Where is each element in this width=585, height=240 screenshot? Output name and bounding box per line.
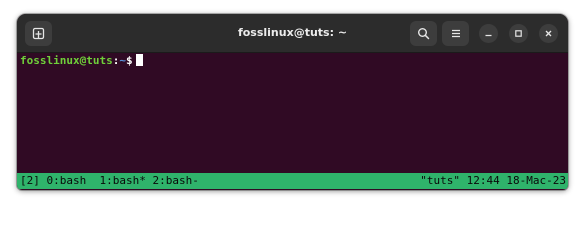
tmux-window-item[interactable]: 2:bash-: [152, 174, 198, 187]
maximize-icon: [514, 29, 523, 38]
search-icon: [417, 27, 430, 40]
close-icon: [544, 29, 553, 38]
hamburger-menu-icon: [450, 28, 462, 39]
tmux-session-label: [2]: [20, 174, 40, 187]
close-button[interactable]: [539, 24, 558, 43]
tmux-status-right: "tuts" 12:44 18-Mac-23: [420, 174, 566, 187]
minimize-button[interactable]: [479, 24, 498, 43]
title-bar[interactable]: fosslinux@tuts: ~: [17, 14, 568, 53]
prompt-symbol: $: [125, 54, 133, 67]
tmux-window-item[interactable]: 1:bash*: [100, 174, 146, 187]
tmux-window-item[interactable]: 0:bash: [47, 174, 87, 187]
tmux-status-bar: [2] 0:bash 1:bash* 2:bash- "tuts" 12:44 …: [17, 173, 568, 189]
terminal-window: fosslinux@tuts: ~ fosslinux@tuts:~$ [2] …: [17, 14, 568, 190]
tmux-window-list: [2] 0:bash 1:bash* 2:bash-: [20, 173, 199, 189]
new-tab-icon: [32, 27, 45, 40]
window-title: fosslinux@tuts: ~: [237, 26, 348, 39]
prompt-path: ~: [119, 54, 126, 67]
menu-button[interactable]: [442, 21, 469, 46]
terminal-output[interactable]: fosslinux@tuts:~$: [17, 53, 568, 173]
text-cursor: [135, 54, 143, 66]
prompt-user-host: fosslinux@tuts: [20, 54, 113, 67]
search-button[interactable]: [410, 21, 437, 46]
shell-prompt: fosslinux@tuts:~$: [20, 54, 143, 68]
maximize-button[interactable]: [509, 24, 528, 43]
new-tab-button[interactable]: [25, 21, 52, 46]
minimize-icon: [484, 29, 493, 38]
